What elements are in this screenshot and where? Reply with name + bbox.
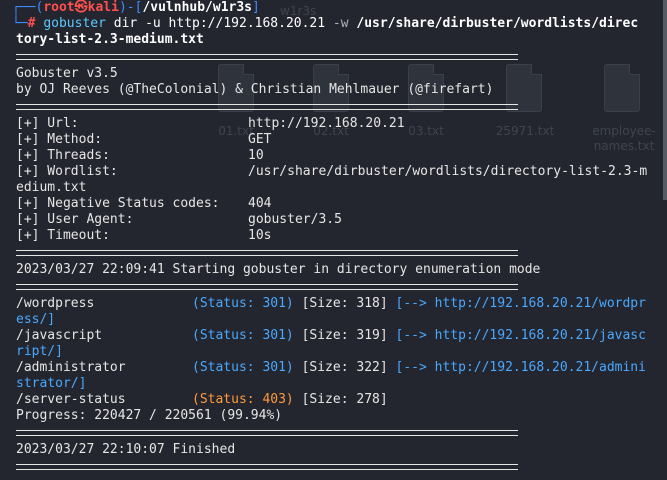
result-url-link[interactable]: http://192.168.20.21/wordpr [435, 296, 646, 311]
result-path: /server-status [16, 392, 126, 407]
separator [16, 104, 518, 110]
config-value: 10 [248, 148, 264, 163]
terminal-output[interactable]: ┌──(root㉿kali)-[/vulnhub/w1r3s] └─# gobu… [0, 0, 667, 480]
command-args: dir -u http://192.168.20.21 [105, 16, 333, 31]
config-row: [+] Negative Status codes: 404 [16, 196, 667, 212]
prompt-line: ┌──(root㉿kali)-[/vulnhub/w1r3s] [12, 0, 260, 15]
result-arrow: [--> [395, 360, 427, 375]
config-key: [+] Method: [16, 132, 103, 147]
result-url-link[interactable]: http://192.168.20.21/javasc [435, 328, 646, 343]
result-row: /server-status (Status: 403) [Size: 278] [16, 392, 667, 408]
command-path: /usr/share/dirbuster/wordlists/direc [348, 16, 639, 31]
config-key: [+] User Agent: [16, 212, 134, 227]
config-row: [+] Method: GET [16, 132, 667, 148]
config-row: [+] Threads: 10 [16, 148, 667, 164]
result-url-wrap[interactable]: ript/] [16, 344, 667, 360]
result-arrow: [--> [395, 296, 427, 311]
config-row: [+] Url: http://192.168.20.21 [16, 116, 667, 132]
command-program: gobuster [43, 16, 106, 31]
separator [16, 430, 518, 436]
result-size: [Size: 318] [301, 296, 388, 311]
result-url-wrap[interactable]: strator/] [16, 376, 667, 392]
config-value: GET [248, 132, 272, 147]
config-value: http://192.168.20.21 [248, 116, 405, 131]
result-url-link[interactable]: http://192.168.20.21/admini [435, 360, 646, 375]
separator [16, 250, 518, 256]
command-line-wrap: tory-list-2.3-medium.txt [16, 32, 204, 47]
result-row: /javascript (Status: 301) [Size: 319] [--… [16, 328, 667, 344]
result-status: (Status: 301) [192, 296, 294, 311]
finish-message: 2023/03/27 22:10:07 Finished [16, 442, 236, 457]
prompt-host: kali [87, 0, 119, 15]
result-path: /wordpress [16, 296, 95, 311]
config-key: [+] Negative Status codes: [16, 196, 220, 211]
result-url-wrap[interactable]: ess/] [16, 312, 667, 328]
config-row: [+] Timeout: 10s [16, 228, 667, 244]
command-line: └─# gobuster dir -u http://192.168.20.21… [12, 16, 639, 31]
result-status: (Status: 403) [192, 392, 294, 407]
result-size: [Size: 319] [301, 328, 388, 343]
result-arrow: [--> [395, 328, 427, 343]
config-value: 10s [248, 228, 272, 243]
separator [16, 284, 518, 290]
config-key: [+] Timeout: [16, 228, 110, 243]
banner-authors: by OJ Reeves (@TheColonial) & Christian … [16, 82, 494, 97]
config-value: 404 [248, 196, 272, 211]
config-list: [+] Url: http://192.168.20.21 [+] Method: G… [16, 116, 667, 244]
prompt-path: /vulnhub/w1r3s [142, 0, 253, 15]
separator [16, 54, 518, 60]
config-row: edium.txt [16, 180, 667, 196]
prompt-user: root [43, 0, 75, 15]
result-row: /administrator (Status: 301) [Size: 322] … [16, 360, 667, 376]
config-value: gobuster/3.5 [248, 212, 342, 227]
command-flag: -w [332, 16, 349, 31]
config-row: [+] User Agent: gobuster/3.5 [16, 212, 667, 228]
result-status: (Status: 301) [192, 360, 294, 375]
result-path: /administrator [16, 360, 126, 375]
prompt-at: ㉿ [74, 0, 88, 15]
config-key: [+] Url: [16, 116, 79, 131]
banner-version: Gobuster v3.5 [16, 66, 118, 81]
config-row: [+] Wordlist: /usr/share/dirbuster/wordli… [16, 164, 667, 180]
result-status: (Status: 301) [192, 328, 294, 343]
prompt-symbol: # [27, 16, 36, 31]
result-size: [Size: 278] [301, 392, 388, 407]
start-message: 2023/03/27 22:09:41 Starting gobuster in… [16, 262, 541, 277]
config-value: edium.txt [16, 180, 87, 195]
result-size: [Size: 322] [301, 360, 388, 375]
progress-line: Progress: 220427 / 220561 (99.94%) [16, 408, 283, 423]
results-list: /wordpress (Status: 301) [Size: 318] [-->… [16, 296, 667, 408]
config-key: [+] Wordlist: [16, 164, 118, 179]
config-key: [+] Threads: [16, 148, 110, 163]
config-value: /usr/share/dirbuster/wordlists/directory… [248, 164, 648, 179]
separator [16, 464, 518, 470]
result-row: /wordpress (Status: 301) [Size: 318] [-->… [16, 296, 667, 312]
result-path: /javascript [16, 328, 103, 343]
